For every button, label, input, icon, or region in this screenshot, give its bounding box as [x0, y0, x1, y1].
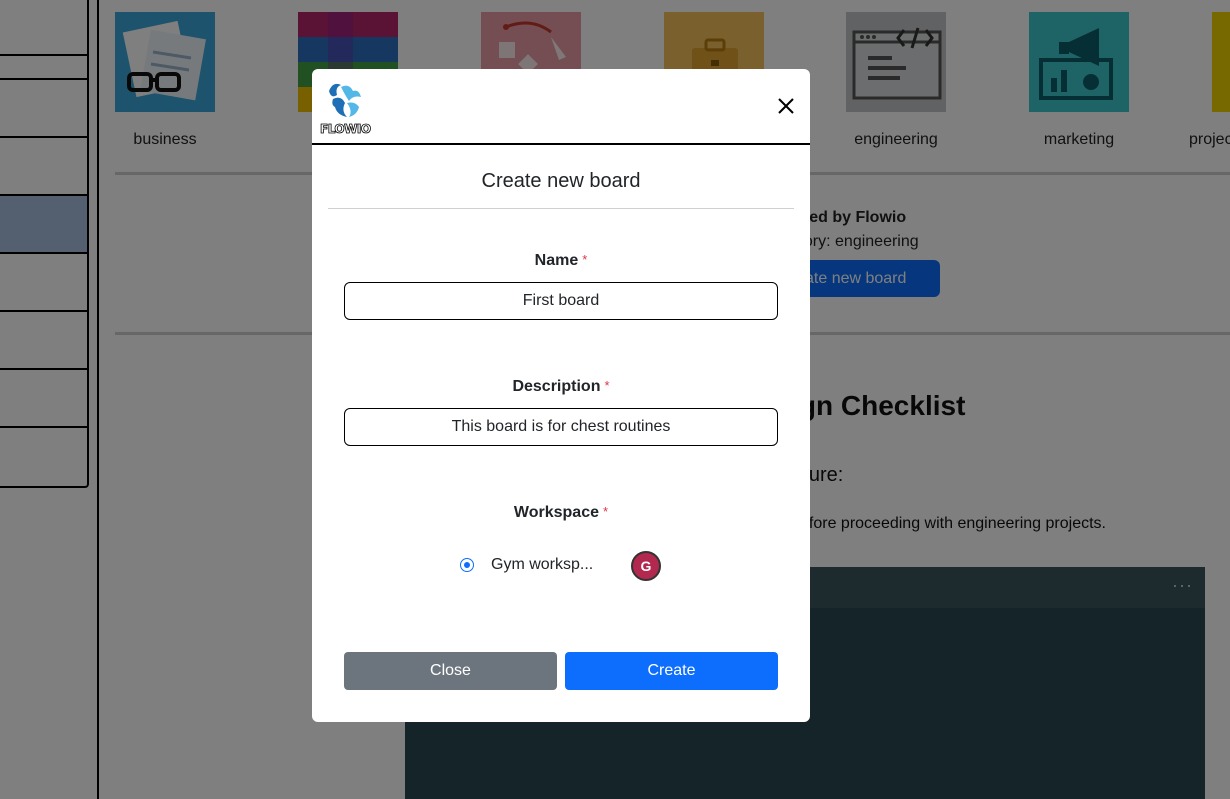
modal-header: FLOWIO — [312, 69, 810, 145]
required-marker: * — [604, 378, 610, 393]
workspace-label: Workspace * — [312, 504, 810, 522]
close-icon[interactable] — [776, 96, 796, 116]
create-board-modal: FLOWIO Create new board Name* Descriptio… — [312, 69, 810, 722]
workspace-radio[interactable] — [460, 558, 474, 572]
description-input[interactable] — [344, 408, 778, 446]
create-button[interactable]: Create — [565, 652, 778, 690]
workspace-label-text: Workspace — [513, 504, 599, 521]
close-button[interactable]: Close — [344, 652, 557, 690]
required-marker: * — [603, 504, 609, 519]
flowio-logo: FLOWIO — [319, 77, 371, 137]
divider — [328, 208, 794, 209]
description-label: Description * — [312, 378, 810, 396]
required-marker: * — [582, 252, 588, 267]
modal-title: Create new board — [481, 170, 641, 192]
workspace-option[interactable]: Gym worksp... G — [460, 550, 680, 581]
logo-text: FLOWIO — [320, 122, 372, 137]
name-label: Name * — [312, 252, 810, 270]
description-label-text: Description — [512, 378, 601, 395]
name-input[interactable] — [344, 282, 778, 320]
name-label-text: Name — [534, 252, 579, 269]
workspace-name: Gym worksp... — [491, 556, 594, 573]
workspace-avatar: G — [631, 551, 661, 581]
